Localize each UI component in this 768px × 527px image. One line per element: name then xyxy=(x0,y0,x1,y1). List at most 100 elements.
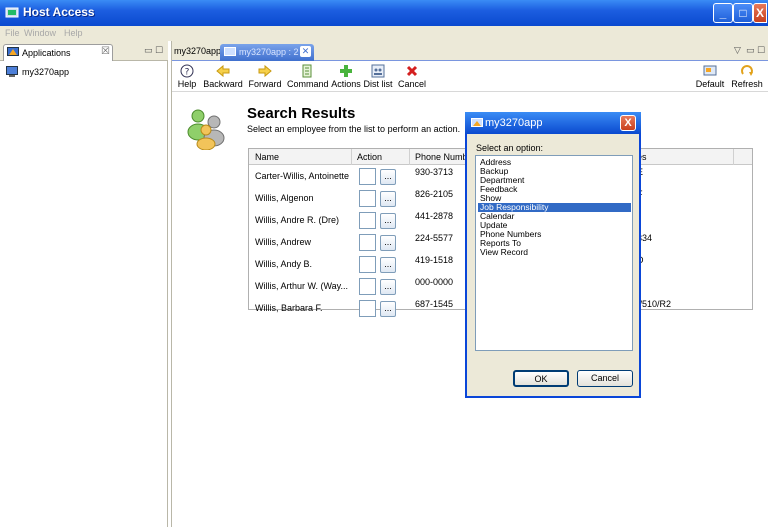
editor-tab-strip: my3270app my3270app : 2 ✕ ▽ ▭ ☐ xyxy=(172,41,768,61)
employee-name: Willis, Algenon xyxy=(255,193,314,203)
action-field[interactable] xyxy=(359,212,376,229)
applications-icon xyxy=(7,47,19,56)
host-access-app-icon xyxy=(5,7,19,18)
backward-label: Backward xyxy=(203,79,243,89)
column-header-phone[interactable]: Phone Numb xyxy=(415,152,468,162)
menu-file[interactable]: File xyxy=(5,28,20,38)
dist-list-icon xyxy=(371,64,385,78)
action-browse-button[interactable]: ... xyxy=(380,301,396,317)
employee-phone: 826-2105 xyxy=(415,189,454,199)
option-list[interactable]: Address Backup Department Feedback Show … xyxy=(475,155,633,351)
help-label: Help xyxy=(177,79,197,89)
minimize-button[interactable]: _ xyxy=(713,3,733,23)
action-field[interactable] xyxy=(359,300,376,317)
close-button[interactable]: X xyxy=(753,3,767,23)
employee-phone: 224-5577 xyxy=(415,233,454,243)
column-header-action[interactable]: Action xyxy=(357,152,382,162)
command-label: Command xyxy=(287,79,329,89)
page-title: Search Results xyxy=(247,105,356,122)
window-titlebar: Host Access _ □ X xyxy=(0,0,768,26)
employee-name: Willis, Arthur W. (Way... xyxy=(255,281,349,291)
default-button[interactable]: Default xyxy=(692,64,728,89)
window-title: Host Access xyxy=(23,5,95,19)
refresh-label: Refresh xyxy=(731,79,763,89)
employee-phone: 687-1545 xyxy=(415,299,454,309)
action-browse-button[interactable]: ... xyxy=(380,257,396,273)
employee-name: Willis, Andre R. (Dre) xyxy=(255,215,340,225)
minimize-view-icon[interactable]: ▭ xyxy=(746,45,755,56)
dist-list-button[interactable]: Dist list xyxy=(363,64,393,89)
action-field[interactable] xyxy=(359,190,376,207)
dialog-close-button[interactable]: X xyxy=(620,115,636,131)
column-divider xyxy=(351,149,352,165)
cancel-button[interactable]: Cancel xyxy=(577,370,633,387)
column-divider xyxy=(409,149,410,165)
dist-list-label: Dist list xyxy=(363,79,393,89)
page-subtitle: Select an employee from the list to perf… xyxy=(247,124,461,134)
action-browse-button[interactable]: ... xyxy=(380,191,396,207)
terminal-app-icon xyxy=(471,118,483,127)
option-view-record[interactable]: View Record xyxy=(478,248,631,257)
employee-name: Willis, Andrew xyxy=(255,237,312,247)
action-browse-button[interactable]: ... xyxy=(380,213,396,229)
employee-phone: 419-1518 xyxy=(415,255,454,265)
terminal-app-icon xyxy=(6,66,18,77)
actions-button[interactable]: Actions xyxy=(331,64,361,89)
action-browse-button[interactable]: ... xyxy=(380,279,396,295)
toolbar: ? Help Backward Forward Command Actions … xyxy=(172,62,768,92)
command-icon xyxy=(302,64,312,78)
employee-extra: \/510/R2 xyxy=(637,299,672,309)
forward-arrow-icon xyxy=(258,64,272,78)
employee-phone: 930-3713 xyxy=(415,167,454,177)
employee-name: Carter-Willis, Antoinette xyxy=(255,171,350,181)
help-button[interactable]: ? Help xyxy=(177,64,197,89)
close-tab-icon[interactable]: ☒ xyxy=(101,46,110,57)
help-icon: ? xyxy=(180,64,194,78)
minimize-view-icon[interactable]: ▭ xyxy=(144,45,153,56)
applications-pane-header: Applications ☒ ▭ ☐ xyxy=(0,41,168,61)
red-x-icon xyxy=(406,65,418,77)
plus-icon xyxy=(340,65,352,77)
dialog-title: my3270app xyxy=(485,117,543,129)
menu-window[interactable]: Window xyxy=(24,28,56,38)
tab-my3270app-2[interactable]: my3270app : 2 ✕ xyxy=(220,44,314,61)
svg-text:?: ? xyxy=(185,68,190,78)
tab-applications[interactable]: Applications ☒ xyxy=(3,44,113,61)
ok-button[interactable]: OK xyxy=(513,370,569,387)
action-field[interactable] xyxy=(359,256,376,273)
dialog-titlebar[interactable]: my3270app X xyxy=(465,112,641,134)
command-button[interactable]: Command xyxy=(287,64,329,89)
action-field[interactable] xyxy=(359,278,376,295)
employee-phone: 000-0000 xyxy=(415,277,454,287)
action-browse-button[interactable]: ... xyxy=(380,235,396,251)
close-tab-icon[interactable]: ✕ xyxy=(300,46,311,57)
default-label: Default xyxy=(695,79,725,89)
menu-help[interactable]: Help xyxy=(64,28,83,38)
action-browse-button[interactable]: ... xyxy=(380,169,396,185)
employees-icon xyxy=(187,109,225,150)
default-icon xyxy=(703,65,717,76)
tab-my3270app[interactable]: my3270app xyxy=(174,46,221,56)
maximize-view-icon[interactable]: ☐ xyxy=(155,45,163,56)
cancel-label: Cancel xyxy=(397,79,426,89)
tab-applications-label: Applications xyxy=(22,48,71,58)
tab-active-label: my3270app : 2 xyxy=(239,47,299,57)
column-header-name[interactable]: Name xyxy=(255,152,279,162)
refresh-button[interactable]: Refresh xyxy=(730,64,764,89)
employee-name: Willis, Barbara F. xyxy=(255,303,323,313)
actions-label: Actions xyxy=(331,79,361,89)
select-option-dialog: my3270app X Select an option: Address Ba… xyxy=(465,112,641,398)
cancel-toolbar-button[interactable]: Cancel xyxy=(397,64,427,89)
employee-name: Willis, Andy B. xyxy=(255,259,313,269)
column-divider xyxy=(733,149,734,165)
backward-button[interactable]: Backward xyxy=(201,64,245,89)
action-field[interactable] xyxy=(359,168,376,185)
forward-button[interactable]: Forward xyxy=(247,64,283,89)
tree-item-label: my3270app xyxy=(22,67,70,77)
action-field[interactable] xyxy=(359,234,376,251)
maximize-button[interactable]: □ xyxy=(733,3,753,23)
employee-phone: 441-2878 xyxy=(415,211,454,221)
view-menu-icon[interactable]: ▽ xyxy=(734,45,741,56)
back-arrow-icon xyxy=(216,64,230,78)
maximize-view-icon[interactable]: ☐ xyxy=(757,45,765,56)
